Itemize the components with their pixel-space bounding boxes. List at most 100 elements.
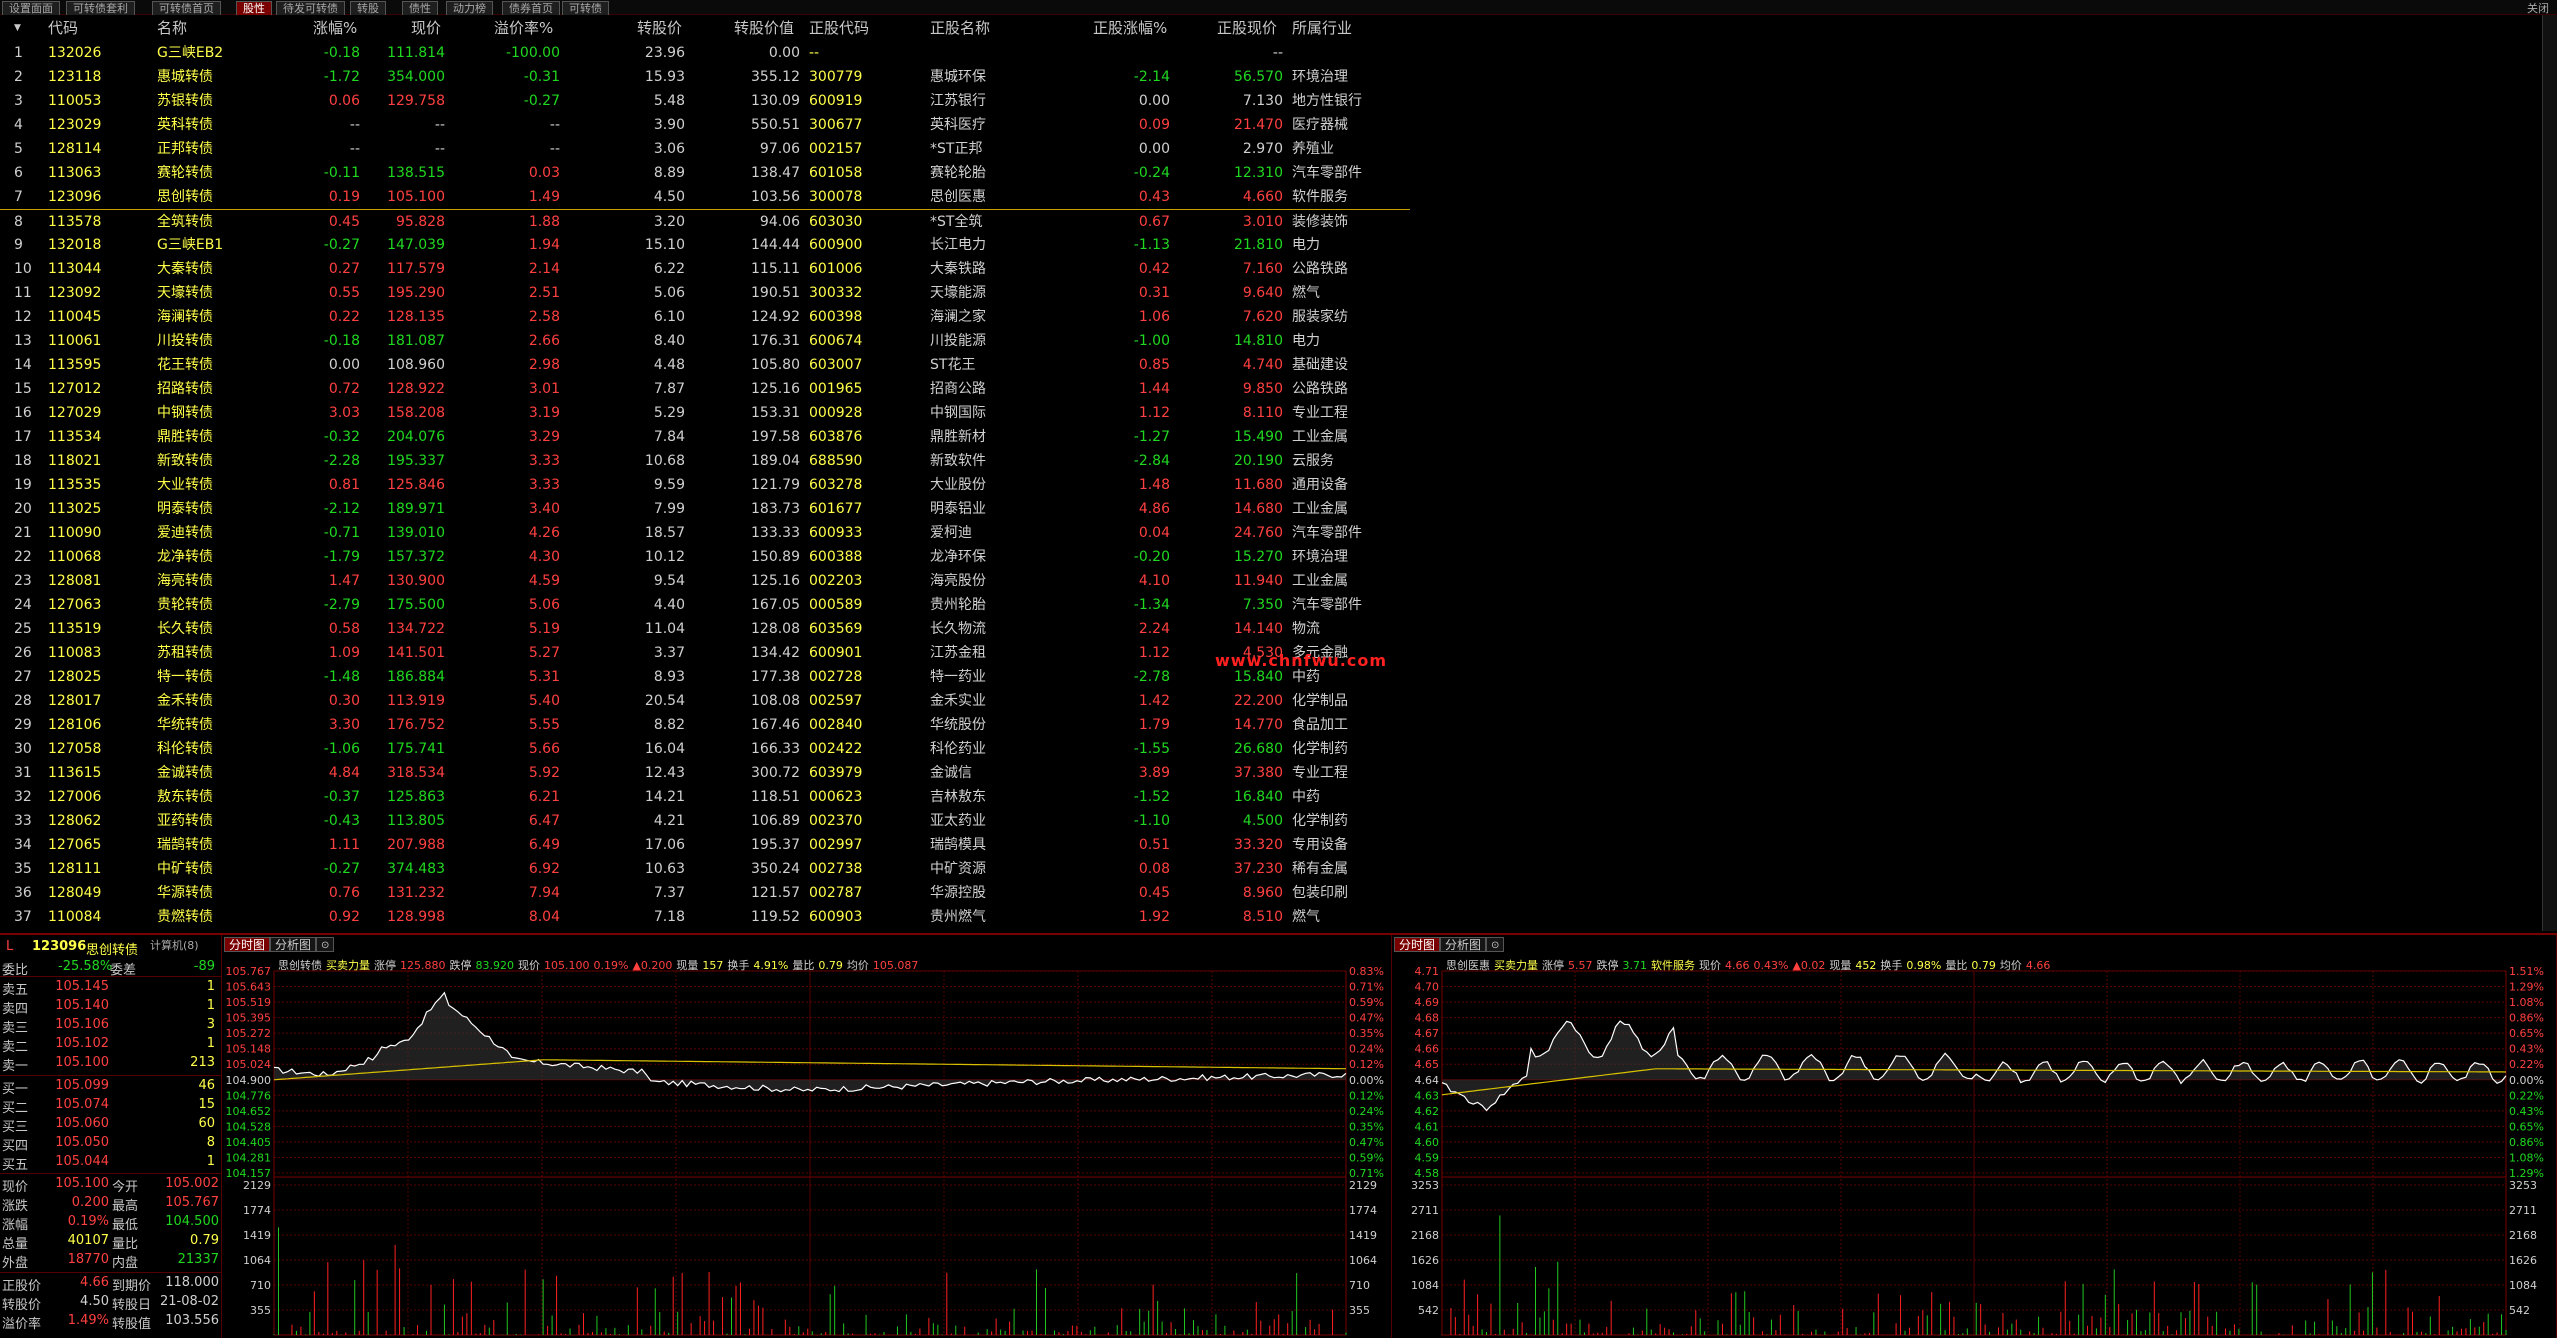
table-row[interactable]: 31 113615 金诚转债 4.84 318.534 5.92 12.43 300.72 60…	[0, 761, 1410, 785]
sort-arrow-icon[interactable]: ▼	[14, 17, 21, 39]
table-row[interactable]: 8 113578 全筑转债 0.45 95.828 1.88 3.20 94.06 603030…	[0, 209, 1410, 233]
header-stock-code[interactable]: 正股代码	[809, 17, 869, 39]
cell-name: 正邦转债	[157, 141, 213, 157]
header-price[interactable]: 现价	[411, 17, 441, 39]
cell-name: 大秦转债	[157, 261, 213, 277]
cell-idx: 8	[14, 214, 23, 230]
cell-stock-price: 4.500	[1242, 813, 1283, 829]
header-conv-price[interactable]: 转股价	[637, 17, 682, 39]
table-row[interactable]: 7 123096 思创转债 0.19 105.100 1.49 4.50 103.56 3000…	[0, 185, 1410, 209]
header-stock-price[interactable]: 正股现价	[1217, 17, 1277, 39]
table-row[interactable]: 21 110090 爱迪转债 -0.71 139.010 4.26 18.57 133.33 6…	[0, 521, 1410, 545]
cell-stock-price: 15.490	[1234, 429, 1283, 445]
sell-label: 卖一	[2, 1059, 29, 1074]
intraday-chart-svg[interactable]: 4.71 1.51% 4.70 1.29% 4.69 1.08% 4.68 0.86% 4.67…	[1392, 955, 2557, 1338]
table-row[interactable]: 18 118021 新致转债 -2.28 195.337 3.33 10.68 189.04 6…	[0, 449, 1410, 473]
header-stock-name[interactable]: 正股名称	[930, 17, 990, 39]
table-row[interactable]: 14 113595 花王转债 0.00 108.960 2.98 4.48 105.80 603…	[0, 353, 1410, 377]
tab-9[interactable]: 可转债	[562, 1, 609, 15]
header-prem[interactable]: 溢价率%	[494, 17, 553, 39]
table-row[interactable]: 22 110068 龙净转债 -1.79 157.372 4.30 10.12 150.89 6…	[0, 545, 1410, 569]
quote-calc-link[interactable]: 计算机(8)	[150, 937, 199, 953]
table-row[interactable]: 2 123118 惠城转债 -1.72 354.000 -0.31 15.93 355.12 3…	[0, 65, 1410, 89]
table-row[interactable]: 24 127063 贵轮转债 -2.79 175.500 5.06 4.40 167.05 00…	[0, 593, 1410, 617]
stat-value: 105.002	[165, 1176, 219, 1191]
table-row[interactable]: 33 128062 亚药转债 -0.43 113.805 6.47 4.21 106.89 00…	[0, 809, 1410, 833]
cell-industry: 养殖业	[1292, 141, 1334, 157]
table-row[interactable]: 13 110061 川投转债 -0.18 181.087 2.66 8.40 176.31 60…	[0, 329, 1410, 353]
cell-industry: 汽车零部件	[1292, 165, 1362, 181]
table-row[interactable]: 4 123029 英科转债 -- -- -- 3.90 550.51 300677 英科医疗 0.0…	[0, 113, 1410, 137]
bond-intraday-chart-panel: 分时图 分析图 ⊙ 思创转债 买卖力量 涨停 125.880 跌停 83.920 现价 105.10…	[222, 935, 1392, 1338]
cell-name: 苏银转债	[157, 93, 213, 109]
header-industry[interactable]: 所属行业	[1292, 17, 1352, 39]
cell-conv-value: 108.08	[751, 693, 800, 709]
table-row[interactable]: 27 128025 特一转债 -1.48 186.884 5.31 8.93 177.38 00…	[0, 665, 1410, 689]
vertical-scrollbar[interactable]	[2542, 15, 2557, 931]
cell-prem: 2.14	[528, 261, 560, 277]
tab-5[interactable]: 转股	[350, 1, 386, 15]
header-conv-value[interactable]: 转股价值	[734, 17, 794, 39]
cell-chg: -1.79	[323, 549, 360, 565]
table-row[interactable]: 6 113063 赛轮转债 -0.11 138.515 0.03 8.89 138.47 601…	[0, 161, 1410, 185]
header-code[interactable]: 代码	[48, 17, 78, 39]
tab-2[interactable]: 可转债首页	[152, 1, 221, 15]
cell-conv-value: 177.38	[751, 669, 800, 685]
cell-industry: 通用设备	[1292, 477, 1348, 493]
tab-intraday-chart[interactable]: 分时图	[1394, 937, 1441, 952]
cell-chg: 1.11	[328, 837, 360, 853]
pct-axis-label: 0.24%	[1349, 1105, 1384, 1118]
table-row[interactable]: 32 127006 敖东转债 -0.37 125.863 6.21 14.21 118.51 0…	[0, 785, 1410, 809]
bond-table: 代码 名称 涨幅% 现价 溢价率% 转股价 转股价值 正股代码 正股名称 正股涨幅% 正股现价 所属行…	[0, 15, 1410, 931]
header-chg[interactable]: 涨幅%	[313, 17, 357, 39]
table-row[interactable]: 19 113535 大业转债 0.81 125.846 3.33 9.59 121.79 603…	[0, 473, 1410, 497]
table-row[interactable]: 36 128049 华源转债 0.76 131.232 7.94 7.37 121.57 002…	[0, 881, 1410, 905]
tab-analysis-chart[interactable]: 分析图	[270, 937, 317, 952]
table-row[interactable]: 12 110045 海澜转债 0.22 128.135 2.58 6.10 124.92 600…	[0, 305, 1410, 329]
header-name[interactable]: 名称	[157, 17, 187, 39]
table-row[interactable]: 25 113519 长久转债 0.58 134.722 5.19 11.04 128.08 60…	[0, 617, 1410, 641]
cell-industry: 装修装饰	[1292, 214, 1348, 230]
table-row[interactable]: 1 132026 G三峡EB2 -0.18 111.814 -100.00 23.96 0.0…	[0, 41, 1410, 65]
table-row[interactable]: 16 127029 中钢转债 3.03 158.208 3.19 5.29 153.31 000…	[0, 401, 1410, 425]
table-row[interactable]: 28 128017 金禾转债 0.30 113.919 5.40 20.54 108.08 00…	[0, 689, 1410, 713]
table-row[interactable]: 15 127012 招路转债 0.72 128.922 3.01 7.87 125.16 001…	[0, 377, 1410, 401]
table-row[interactable]: 35 128111 中矿转债 -0.27 374.483 6.92 10.63 350.24 0…	[0, 857, 1410, 881]
tab-4[interactable]: 待发可转债	[276, 1, 345, 15]
close-button[interactable]: 关闭	[2527, 0, 2549, 16]
table-row[interactable]: 23 128081 海亮转债 1.47 130.900 4.59 9.54 125.16 002…	[0, 569, 1410, 593]
tab-3[interactable]: 股性	[236, 1, 272, 15]
table-row[interactable]: 17 113534 鼎胜转债 -0.32 204.076 3.29 7.84 197.58 60…	[0, 425, 1410, 449]
tab-8[interactable]: 债券首页	[502, 1, 560, 15]
cell-stock-chg: 1.44	[1138, 381, 1170, 397]
tab-1[interactable]: 可转债套利	[66, 1, 135, 15]
tab-7[interactable]: 动力榜	[446, 1, 493, 15]
watermark-text: www.chnfwu.com	[1215, 651, 1388, 670]
table-row[interactable]: 20 113025 明泰转债 -2.12 189.971 3.40 7.99 183.73 60…	[0, 497, 1410, 521]
tab-intraday-chart[interactable]: 分时图	[224, 937, 271, 952]
table-row[interactable]: 10 113044 大秦转债 0.27 117.579 2.14 6.22 115.11 601…	[0, 257, 1410, 281]
table-row[interactable]: 3 110053 苏银转债 0.06 129.758 -0.27 5.48 130.09 600…	[0, 89, 1410, 113]
chart-settings-icon[interactable]: ⊙	[1486, 937, 1505, 952]
tab-analysis-chart[interactable]: 分析图	[1440, 937, 1487, 952]
table-row[interactable]: 26 110083 苏租转债 1.09 141.501 5.27 3.37 134.42 600…	[0, 641, 1410, 665]
tab-6[interactable]: 债性	[402, 1, 438, 15]
cell-price: 128.922	[387, 381, 445, 397]
pct-axis-label: 0.35%	[1349, 1120, 1384, 1133]
table-row[interactable]: 11 123092 天壕转债 0.55 195.290 2.51 5.06 190.51 300…	[0, 281, 1410, 305]
cell-name: 新致转债	[157, 453, 213, 469]
table-row[interactable]: 30 127058 科伦转债 -1.06 175.741 5.66 16.04 166.33 0…	[0, 737, 1410, 761]
intraday-chart-svg[interactable]: 105.767 0.83% 105.643 0.71% 105.519 0.59% 105.…	[222, 955, 1392, 1338]
table-row[interactable]: 29 128106 华统转债 3.30 176.752 5.55 8.82 167.46 002…	[0, 713, 1410, 737]
cell-stock-name: 爱柯迪	[930, 525, 972, 541]
price-axis-label: 104.776	[226, 1089, 272, 1102]
tab-0[interactable]: 设置面面	[2, 1, 60, 15]
cell-conv-value: 144.44	[751, 237, 800, 253]
table-row[interactable]: 5 128114 正邦转债 -- -- -- 3.06 97.06 002157 *ST正邦 0.0…	[0, 137, 1410, 161]
chart-settings-icon[interactable]: ⊙	[316, 937, 335, 952]
table-row[interactable]: 34 127065 瑞鹄转债 1.11 207.988 6.49 17.06 195.37 00…	[0, 833, 1410, 857]
header-stock-chg[interactable]: 正股涨幅%	[1093, 17, 1167, 39]
table-row[interactable]: 37 110084 贵燃转债 0.92 128.998 8.04 7.18 119.52 600…	[0, 905, 1410, 929]
cell-stock-name: 中矿资源	[930, 861, 986, 877]
table-row[interactable]: 9 132018 G三峡EB1 -0.27 147.039 1.94 15.10 144.44…	[0, 233, 1410, 257]
